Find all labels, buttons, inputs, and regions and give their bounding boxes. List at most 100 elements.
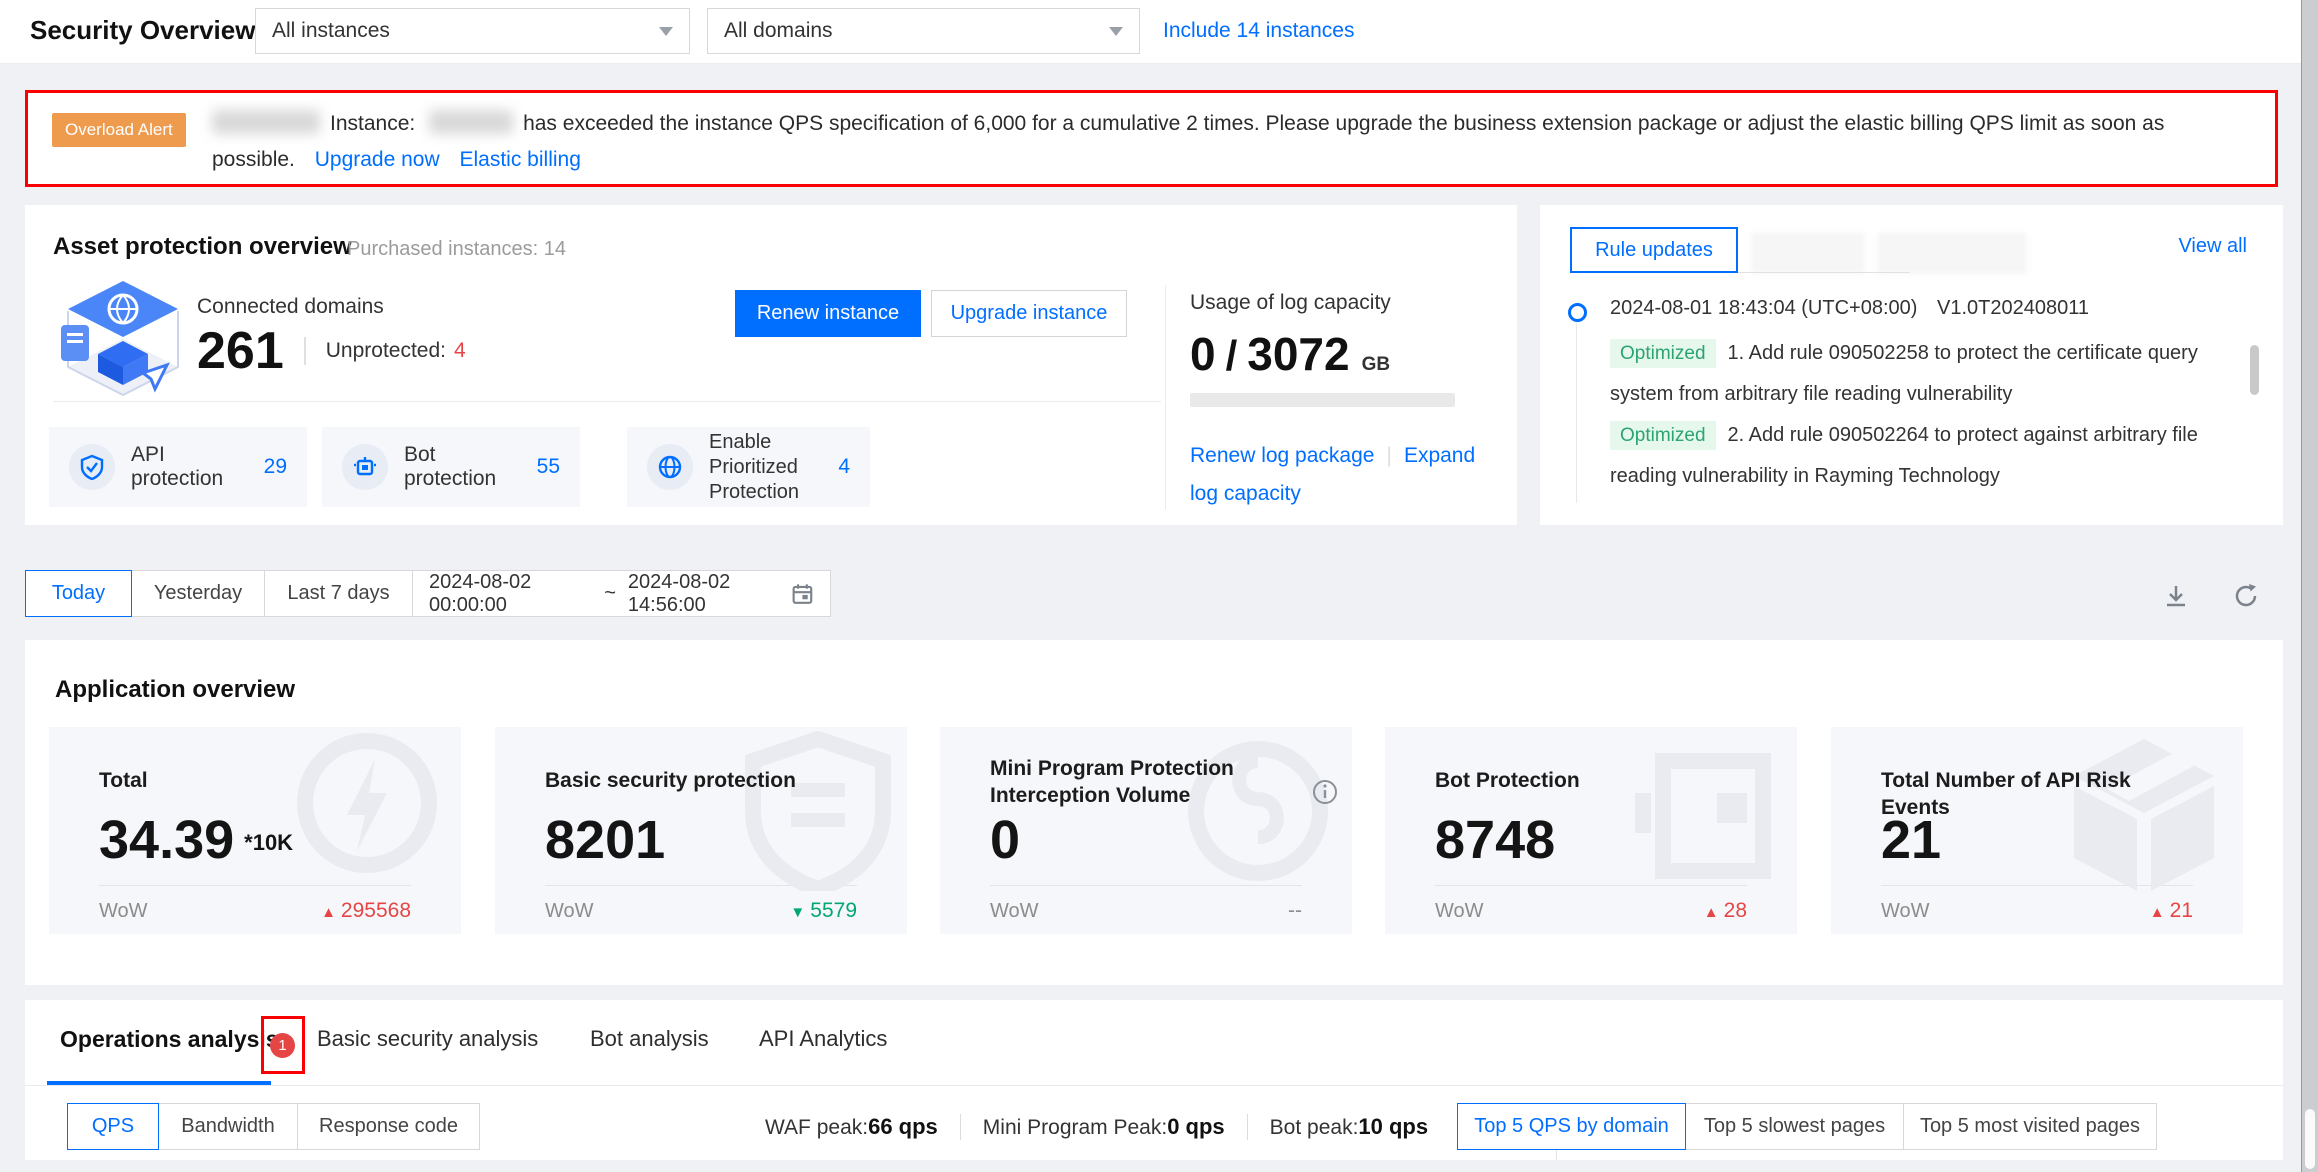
horizontal-divider: [53, 401, 1161, 402]
view-all-link[interactable]: View all: [2178, 235, 2247, 258]
tab-bot-analysis[interactable]: Bot analysis: [590, 1026, 709, 1052]
bot-peak: Bot peak: 10 qps: [1247, 1114, 1450, 1140]
upgrade-instance-button[interactable]: Upgrade instance: [931, 290, 1127, 337]
tab-yesterday[interactable]: Yesterday: [131, 570, 265, 617]
domains-dropdown[interactable]: All domains: [707, 8, 1140, 54]
bot-peak-value: 10 qps: [1358, 1114, 1428, 1140]
tabs-divider: [25, 1085, 2283, 1086]
instances-dropdown-value: All instances: [272, 19, 390, 43]
tab-basic-security-analysis[interactable]: Basic security analysis: [317, 1026, 538, 1052]
bot-protection-tile[interactable]: Bot protection 55: [322, 427, 580, 507]
stat-value-number: 34.39: [99, 810, 234, 870]
redacted-account-text: [212, 110, 320, 134]
down-arrow-icon: ▼: [790, 904, 805, 921]
download-icon[interactable]: [2162, 582, 2190, 610]
log-total-value: 3072: [1247, 327, 1349, 381]
log-value-separator: /: [1226, 332, 1238, 380]
asset-protection-card: Asset protection overview Purchased inst…: [25, 205, 1517, 525]
mini-program-peak-value: 0 qps: [1167, 1114, 1224, 1140]
range-separator: ~: [604, 582, 616, 605]
redacted-tab[interactable]: [1878, 233, 2026, 273]
date-range-picker[interactable]: 2024-08-02 00:00:00 ~ 2024-08-02 14:56:0…: [412, 570, 831, 617]
tab-today[interactable]: Today: [25, 570, 132, 617]
include-instances-link[interactable]: Include 14 instances: [1163, 19, 1354, 43]
tab-bandwidth[interactable]: Bandwidth: [158, 1103, 298, 1150]
tab-top5-qps-by-domain[interactable]: Top 5 QPS by domain: [1457, 1103, 1686, 1150]
optimized-badge: Optimized: [1610, 421, 1716, 450]
prioritized-protection-tile[interactable]: Enable Prioritized Protection 4: [627, 427, 870, 507]
chevron-down-icon: [659, 27, 673, 36]
log-capacity-value: 0 / 3072 GB: [1190, 327, 1390, 381]
stat-value: 34.39 *10K: [99, 811, 293, 872]
application-overview-title: Application overview: [55, 676, 295, 704]
rule-entry-version: V1.0T202408011: [1937, 297, 2089, 319]
wow-label: WoW: [545, 900, 594, 923]
purchased-instances-label: Purchased instances: 14: [347, 238, 566, 261]
tab-top5-most-visited-pages[interactable]: Top 5 most visited pages: [1903, 1103, 2157, 1150]
prioritized-protection-label: Enable Prioritized Protection: [709, 430, 830, 505]
stat-wow-row: WoW ▲295568: [99, 899, 411, 923]
wow-label: WoW: [99, 900, 148, 923]
connected-domains-row: 261 Unprotected: 4: [197, 325, 466, 377]
stat-label: Total: [99, 767, 409, 794]
page-scrollbar[interactable]: [2301, 0, 2318, 1172]
log-capacity-progressbar: [1190, 393, 1455, 407]
calendar-icon[interactable]: [791, 581, 814, 607]
wow-delta-value: 5579: [810, 899, 857, 922]
tab-top5-slowest-pages[interactable]: Top 5 slowest pages: [1685, 1103, 1904, 1150]
instances-dropdown[interactable]: All instances: [255, 8, 690, 54]
bot-protection-value: 55: [537, 455, 560, 479]
log-capacity-title: Usage of log capacity: [1190, 291, 1391, 315]
card-scrollbar-thumb[interactable]: [2250, 345, 2259, 395]
waf-peak: WAF peak: 66 qps: [743, 1114, 960, 1140]
stat-wow-row: WoW --: [990, 899, 1302, 923]
tab-rule-updates[interactable]: Rule updates: [1570, 227, 1738, 273]
wow-delta: --: [1288, 899, 1302, 923]
peak-stats: WAF peak: 66 qps Mini Program Peak: 0 qp…: [743, 1103, 1450, 1150]
bot-peak-label: Bot peak:: [1270, 1116, 1359, 1140]
api-risk-stat-tile: Total Number of API Risk Events 21 WoW ▲…: [1831, 727, 2243, 934]
log-links-separator: |: [1386, 444, 1391, 467]
mini-program-peak-label: Mini Program Peak:: [983, 1116, 1167, 1140]
log-links: Renew log package|Expand log capacity: [1190, 437, 1490, 513]
alert-text: Instance: has exceeded the instance QPS …: [212, 106, 2235, 178]
rule-entry-header: 2024-08-01 18:43:04 (UTC+08:00) V1.0T202…: [1610, 297, 2089, 320]
value-divider: [304, 337, 306, 365]
tab-last-7-days[interactable]: Last 7 days: [264, 570, 413, 617]
overload-alert-banner: Overload Alert Instance: has exceeded th…: [25, 90, 2278, 187]
tab-response-code[interactable]: Response code: [297, 1103, 480, 1150]
waf-peak-label: WAF peak:: [765, 1116, 868, 1140]
connected-domains-label: Connected domains: [197, 295, 384, 319]
renew-log-package-link[interactable]: Renew log package: [1190, 444, 1374, 467]
upgrade-now-link[interactable]: Upgrade now: [315, 148, 440, 171]
total-stat-tile: Total 34.39 *10K WoW ▲295568: [49, 727, 461, 934]
chevron-down-icon: [1109, 27, 1123, 36]
tab-operations-analysis[interactable]: Operations analysis: [60, 1026, 279, 1053]
time-filter-row: Today Yesterday Last 7 days 2024-08-02 0…: [25, 570, 831, 617]
robot-icon: [342, 444, 388, 490]
timeline-dot: [1568, 303, 1587, 322]
stat-value-suffix: *10K: [244, 830, 293, 855]
info-icon[interactable]: [1312, 779, 1338, 805]
rule-entry-item: Optimized2. Add rule 090502264 to protec…: [1610, 415, 2258, 496]
lightning-watermark-icon: [287, 731, 447, 891]
api-protection-tile[interactable]: API protection 29: [49, 427, 307, 507]
refresh-icon[interactable]: [2232, 582, 2260, 610]
page-title: Security Overview: [30, 15, 255, 46]
redacted-tab[interactable]: [1752, 233, 1864, 273]
scrollbar-thumb[interactable]: [2305, 1109, 2315, 1169]
tab-qps[interactable]: QPS: [67, 1103, 159, 1150]
renew-instance-button[interactable]: Renew instance: [735, 290, 921, 337]
wow-delta: ▲28: [1704, 899, 1747, 923]
connected-domains-value: 261: [197, 325, 284, 377]
shield-watermark-icon: [743, 731, 893, 891]
up-arrow-icon: ▲: [321, 904, 336, 921]
optimized-badge: Optimized: [1610, 339, 1716, 368]
tab-api-analytics[interactable]: API Analytics: [759, 1026, 887, 1052]
analysis-card: Operations analysis 1 Basic security ana…: [25, 1000, 2283, 1160]
stat-label: Mini Program Protection Interception Vol…: [990, 755, 1300, 809]
stat-wow-row: WoW ▲28: [1435, 899, 1747, 923]
log-unit: GB: [1362, 354, 1391, 376]
stat-label: Basic security protection: [545, 767, 855, 794]
elastic-billing-link[interactable]: Elastic billing: [460, 148, 581, 171]
